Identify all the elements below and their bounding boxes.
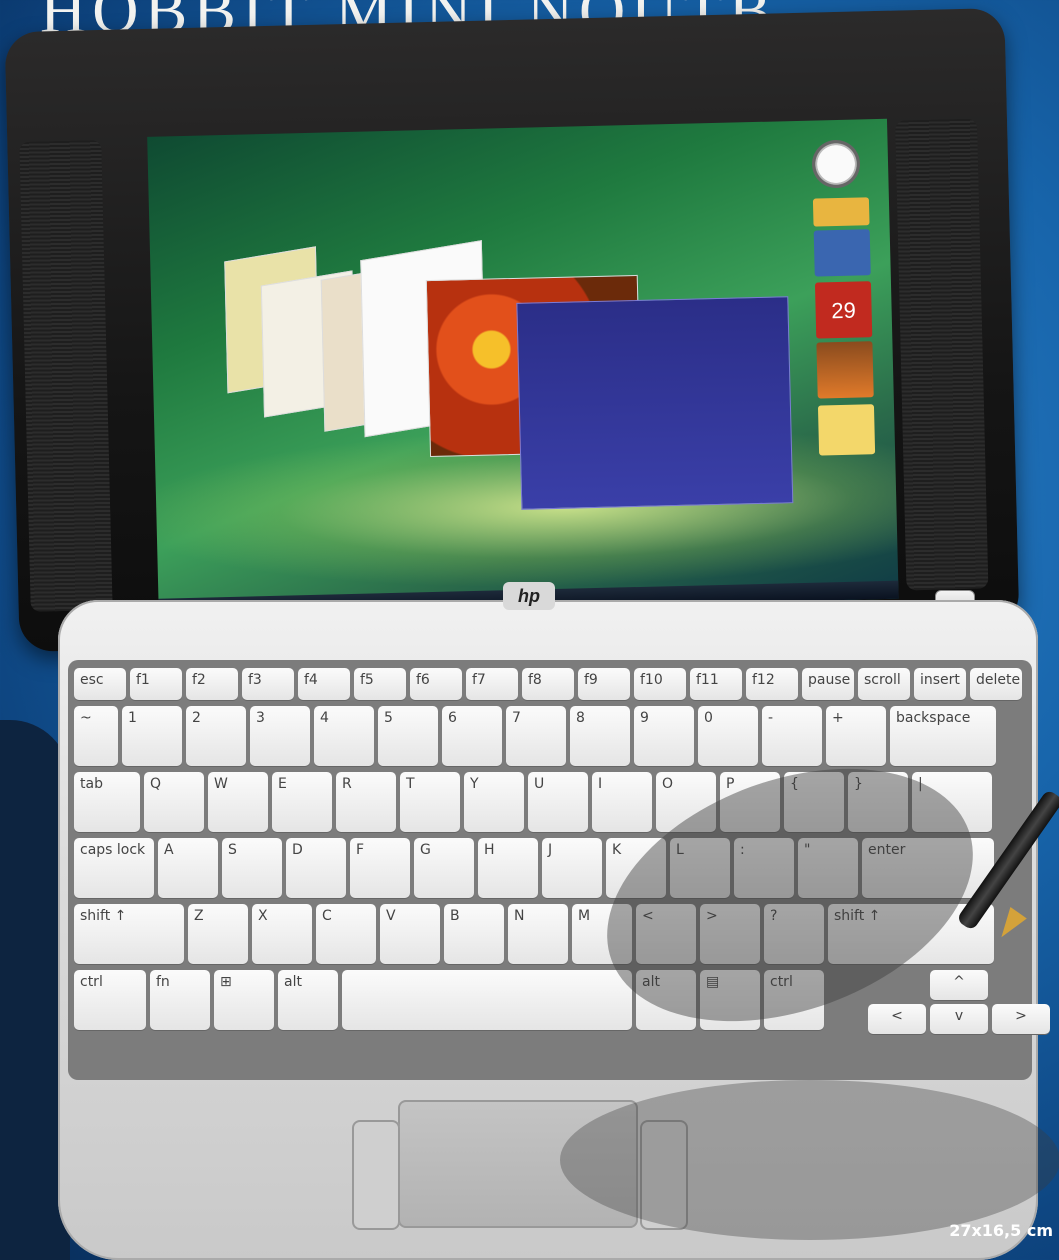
key-s[interactable]: S: [222, 838, 282, 898]
key-1[interactable]: 1: [122, 706, 182, 766]
key-f1[interactable]: f1: [130, 668, 182, 700]
key-alt[interactable]: alt: [278, 970, 338, 1030]
left-speaker: [19, 139, 113, 612]
key-2[interactable]: 2: [186, 706, 246, 766]
key-space[interactable]: [342, 970, 632, 1030]
laptop-lid: 29: [4, 7, 1020, 653]
hp-logo: hp: [503, 582, 555, 610]
key-ctrl[interactable]: ctrl: [74, 970, 146, 1030]
left-touchpad-button[interactable]: [352, 1120, 400, 1230]
clock-gadget: [811, 139, 861, 189]
key-fn[interactable]: fn: [150, 970, 210, 1030]
notes-gadget: [817, 404, 876, 456]
key-caps-lock[interactable]: caps lock: [74, 838, 154, 898]
key-3[interactable]: 3: [250, 706, 310, 766]
key-v[interactable]: V: [380, 904, 440, 964]
key-f4[interactable]: f4: [298, 668, 350, 700]
key-t[interactable]: T: [400, 772, 460, 832]
key-x[interactable]: X: [252, 904, 312, 964]
key-0[interactable]: 0: [698, 706, 758, 766]
key-[interactable]: +: [826, 706, 886, 766]
weather-gadget: [813, 229, 871, 277]
key-z[interactable]: Z: [188, 904, 248, 964]
key-insert[interactable]: insert: [914, 668, 966, 700]
key-backspace[interactable]: backspace: [890, 706, 996, 766]
key-c[interactable]: C: [316, 904, 376, 964]
key-f3[interactable]: f3: [242, 668, 294, 700]
key-f12[interactable]: f12: [746, 668, 798, 700]
key-scroll[interactable]: scroll: [858, 668, 910, 700]
key-n[interactable]: N: [508, 904, 568, 964]
key-[interactable]: ~: [74, 706, 118, 766]
key-tab[interactable]: tab: [74, 772, 140, 832]
flip3d-window-media: [516, 296, 794, 510]
key-f5[interactable]: f5: [354, 668, 406, 700]
slideshow-gadget: [812, 197, 870, 227]
key-j[interactable]: J: [542, 838, 602, 898]
right-speaker: [894, 118, 989, 591]
arrow-key-down[interactable]: v: [930, 1004, 988, 1034]
key-6[interactable]: 6: [442, 706, 502, 766]
key-g[interactable]: G: [414, 838, 474, 898]
key-8[interactable]: 8: [570, 706, 630, 766]
key-4[interactable]: 4: [314, 706, 374, 766]
key-7[interactable]: 7: [506, 706, 566, 766]
dimensions-label: 27x16,5 cm: [949, 1221, 1053, 1240]
key-w[interactable]: W: [208, 772, 268, 832]
key-f9[interactable]: f9: [578, 668, 630, 700]
key-f2[interactable]: f2: [186, 668, 238, 700]
key-y[interactable]: Y: [464, 772, 524, 832]
arrow-key-right[interactable]: >: [992, 1004, 1050, 1034]
key-d[interactable]: D: [286, 838, 346, 898]
key-r[interactable]: R: [336, 772, 396, 832]
key-esc[interactable]: esc: [74, 668, 126, 700]
key-h[interactable]: H: [478, 838, 538, 898]
key-pause[interactable]: pause: [802, 668, 854, 700]
key-f6[interactable]: f6: [410, 668, 462, 700]
key-[interactable]: ⊞: [214, 970, 274, 1030]
arrow-key-left[interactable]: <: [868, 1004, 926, 1034]
key-u[interactable]: U: [528, 772, 588, 832]
key-shift[interactable]: shift ↑: [74, 904, 184, 964]
key-i[interactable]: I: [592, 772, 652, 832]
laptop-screen: 29: [147, 118, 899, 617]
key-a[interactable]: A: [158, 838, 218, 898]
key-e[interactable]: E: [272, 772, 332, 832]
key-9[interactable]: 9: [634, 706, 694, 766]
key-b[interactable]: B: [444, 904, 504, 964]
arm-shadow: [560, 1080, 1059, 1240]
calendar-gadget: 29: [814, 281, 873, 339]
key-f11[interactable]: f11: [690, 668, 742, 700]
key-5[interactable]: 5: [378, 706, 438, 766]
arrow-key-up[interactable]: ^: [930, 970, 988, 1000]
key-f10[interactable]: f10: [634, 668, 686, 700]
key-delete[interactable]: delete: [970, 668, 1022, 700]
key-f7[interactable]: f7: [466, 668, 518, 700]
key-[interactable]: -: [762, 706, 822, 766]
key-f[interactable]: F: [350, 838, 410, 898]
key-f8[interactable]: f8: [522, 668, 574, 700]
photo-gadget: [816, 341, 874, 399]
key-q[interactable]: Q: [144, 772, 204, 832]
